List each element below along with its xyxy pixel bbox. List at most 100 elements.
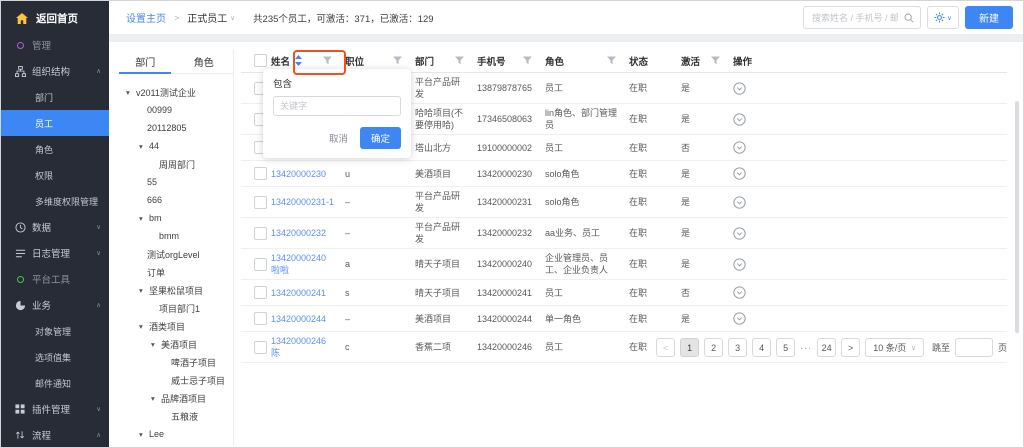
jump-to-page-input[interactable] <box>955 338 993 357</box>
tree-node[interactable]: 00999 <box>116 101 233 119</box>
caret-down-icon[interactable]: ▾ <box>139 286 149 295</box>
tree-node[interactable]: 订单 <box>116 263 233 281</box>
page-button[interactable]: 1 <box>680 338 699 357</box>
tree-node[interactable]: ▾44 <box>116 137 233 155</box>
row-actions-button[interactable] <box>733 79 1007 98</box>
row-actions-button[interactable] <box>733 309 1007 328</box>
sidebar-item-department[interactable]: 部门 <box>1 84 109 110</box>
cell-position: a <box>345 255 415 273</box>
row-actions-button[interactable] <box>733 255 1007 274</box>
tree-node[interactable]: ▾v2011测试企业 <box>116 83 233 101</box>
tab-department[interactable]: 部门 <box>116 49 175 73</box>
settings-dropdown-button[interactable]: ∨ <box>927 6 959 29</box>
tree-node[interactable]: ▾坚果松鼠项目 <box>116 281 233 299</box>
tree-node[interactable]: ▾品牌酒项目 <box>116 389 233 407</box>
row-actions-button[interactable] <box>733 138 1007 157</box>
search-input[interactable] <box>810 12 900 24</box>
tree-node[interactable]: ▾酒类项目 <box>116 317 233 335</box>
filter-icon[interactable] <box>393 56 402 65</box>
tree-node[interactable]: 测试orgLevel <box>116 245 233 263</box>
tree-node[interactable]: ▾美酒项目 <box>116 335 233 353</box>
tree-node[interactable]: 55 <box>116 173 233 191</box>
sidebar-item-org-structure[interactable]: 组织结构 ∧ <box>1 58 109 84</box>
caret-down-icon[interactable]: ▾ <box>151 340 161 349</box>
tab-role[interactable]: 角色 <box>175 49 234 73</box>
last-page-button[interactable]: 24 <box>817 338 836 357</box>
caret-down-icon[interactable]: ▾ <box>151 394 161 403</box>
page-button[interactable]: 4 <box>752 338 771 357</box>
employee-name-link[interactable]: 13420000231-1 <box>271 193 345 211</box>
caret-down-icon[interactable]: ▾ <box>139 430 149 439</box>
sidebar-item-multidim-permission[interactable]: 多维度权限管理 <box>1 188 109 214</box>
row-checkbox[interactable] <box>254 286 267 299</box>
employee-name-link[interactable]: 13420000246陈 <box>271 332 345 362</box>
sidebar-item-permission[interactable]: 权限 <box>1 162 109 188</box>
employee-name-link[interactable]: 13420000230 <box>271 165 345 183</box>
row-actions-button[interactable] <box>733 193 1007 212</box>
sidebar-item-role[interactable]: 角色 <box>1 136 109 162</box>
row-actions-button[interactable] <box>733 283 1007 302</box>
employee-name-link[interactable]: 13420000240啦啦 <box>271 249 345 279</box>
sidebar-item-employee[interactable]: 员工 <box>1 110 109 136</box>
row-checkbox[interactable] <box>254 227 267 240</box>
tree-node[interactable]: 啤酒子项目 <box>116 353 233 371</box>
sidebar-item-workflow[interactable]: 流程 ∧ <box>1 422 109 447</box>
tree-node[interactable]: bmm <box>116 227 233 245</box>
caret-down-icon[interactable]: ▾ <box>139 142 149 151</box>
filter-icon[interactable] <box>455 56 464 65</box>
employee-name-link[interactable]: 13420000244 <box>271 310 345 328</box>
sidebar-item-log-manage[interactable]: 日志管理 ∨ <box>1 240 109 266</box>
page-size-select[interactable]: 10 条/页 ∨ <box>865 338 924 357</box>
page-ellipsis[interactable]: ··· <box>800 343 812 353</box>
create-new-button[interactable]: 新建 <box>965 6 1013 29</box>
breadcrumb-home-link[interactable]: 设置主页 <box>126 10 166 25</box>
row-checkbox[interactable] <box>254 258 267 271</box>
row-checkbox[interactable] <box>254 196 267 209</box>
filter-confirm-button[interactable]: 确定 <box>360 127 401 149</box>
sidebar-item-object-manage[interactable]: 对象管理 <box>1 318 109 344</box>
filter-icon[interactable] <box>607 56 616 65</box>
tree-node[interactable]: 周周部门 <box>116 155 233 173</box>
filter-cancel-button[interactable]: 取消 <box>327 129 350 147</box>
tree-node[interactable]: ▾bm <box>116 209 233 227</box>
select-all-checkbox[interactable] <box>254 54 267 67</box>
caret-down-icon[interactable]: ▾ <box>126 88 136 97</box>
sidebar-item-mail-notice[interactable]: 邮件通知 <box>1 370 109 396</box>
tree-node[interactable]: 五粮液 <box>116 407 233 425</box>
employee-name-link[interactable]: 13420000241 <box>271 284 345 302</box>
vertical-scrollbar[interactable] <box>1015 101 1019 333</box>
tree-node[interactable]: 威士忌子项目 <box>116 371 233 389</box>
sidebar-item-data[interactable]: 数据 ∨ <box>1 214 109 240</box>
next-page-button[interactable]: > <box>841 338 860 357</box>
row-checkbox[interactable] <box>254 167 267 180</box>
prev-page-button[interactable]: < <box>656 338 675 357</box>
caret-down-icon[interactable]: ▾ <box>139 322 149 331</box>
search-icon[interactable] <box>904 13 914 23</box>
tree-node[interactable]: 666 <box>116 191 233 209</box>
sidebar-item-plugin-manage[interactable]: 插件管理 ∨ <box>1 396 109 422</box>
page-button[interactable]: 3 <box>728 338 747 357</box>
page-button[interactable]: 5 <box>776 338 795 357</box>
sidebar-item-business[interactable]: 业务 ∧ <box>1 292 109 318</box>
filter-icon[interactable] <box>323 56 332 65</box>
row-actions-button[interactable] <box>733 110 1007 129</box>
filter-icon[interactable] <box>711 56 720 65</box>
breadcrumb-current-dropdown[interactable]: 正式员工 ∨ <box>187 10 235 25</box>
tree-node[interactable]: 项目部门1 <box>116 299 233 317</box>
tree-node[interactable]: 20112805 <box>116 119 233 137</box>
sort-icon[interactable] <box>295 55 302 66</box>
sidebar-item-platform-tools[interactable]: 平台工具 <box>1 266 109 292</box>
row-checkbox[interactable] <box>254 341 267 354</box>
page-button[interactable]: 2 <box>704 338 723 357</box>
employee-name-link[interactable]: 13420000232 <box>271 224 345 242</box>
row-actions-button[interactable] <box>733 224 1007 243</box>
back-home-link[interactable]: 返回首页 <box>1 1 109 32</box>
sidebar-item-option-sets[interactable]: 选项值集 <box>1 344 109 370</box>
row-checkbox[interactable] <box>254 312 267 325</box>
row-actions-button[interactable] <box>733 164 1007 183</box>
caret-down-icon[interactable]: ▾ <box>139 214 149 223</box>
sidebar-item-manage[interactable]: 管理 <box>1 32 109 58</box>
tree-node[interactable]: ▾Lee <box>116 425 233 443</box>
filter-icon[interactable] <box>523 56 532 65</box>
filter-keyword-input[interactable] <box>273 96 401 116</box>
